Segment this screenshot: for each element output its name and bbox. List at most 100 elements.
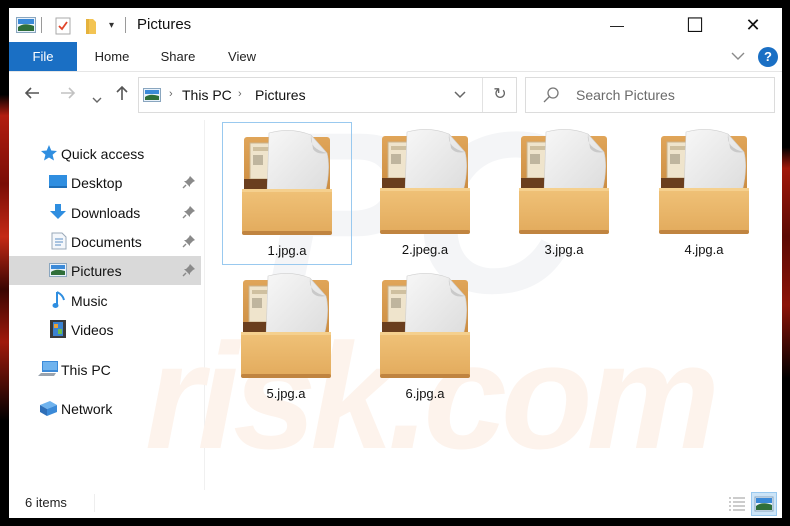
large-icons-view-button[interactable]	[751, 492, 777, 516]
documents-icon	[51, 232, 69, 250]
search-input[interactable]: Search Pictures	[576, 87, 675, 103]
computer-icon	[38, 361, 58, 379]
forward-button[interactable]	[60, 85, 76, 105]
nav-music[interactable]: Music	[9, 286, 201, 315]
arrow-up-icon	[116, 85, 128, 100]
file-item[interactable]: 6.jpg.a	[361, 266, 491, 409]
desktop-background-right	[782, 0, 790, 526]
refresh-icon: ↻	[493, 86, 507, 103]
pin-icon[interactable]	[182, 263, 196, 282]
window-title: Pictures	[137, 16, 192, 33]
file-item[interactable]: 3.jpg.a	[500, 122, 630, 265]
details-view-icon	[729, 497, 745, 511]
maximize-button[interactable]: ☐	[672, 8, 718, 42]
nav-label: Pictures	[71, 262, 122, 279]
large-icons-view-icon	[754, 496, 774, 512]
minimize-icon: —	[610, 17, 624, 33]
pin-icon[interactable]	[182, 175, 196, 194]
star-icon	[40, 144, 58, 162]
pictures-icon	[143, 88, 161, 107]
navigation-bar: › This PC › Pictures ↻ Search Pictures	[9, 72, 782, 120]
archive-file-icon	[658, 128, 750, 236]
file-item[interactable]: 4.jpg.a	[640, 122, 770, 265]
search-icon	[542, 86, 560, 109]
recent-locations-button[interactable]	[92, 89, 102, 109]
file-item[interactable]: 5.jpg.a	[222, 266, 352, 409]
help-button[interactable]: ?	[758, 47, 778, 67]
close-button[interactable]: ✕	[730, 8, 776, 42]
archive-file-icon	[379, 128, 471, 236]
refresh-button[interactable]: ↻	[482, 78, 517, 112]
pictures-icon	[49, 263, 67, 281]
nav-this-pc[interactable]: This PC	[9, 355, 201, 384]
archive-file-icon	[518, 128, 610, 236]
arrow-left-icon	[24, 87, 39, 99]
nav-downloads[interactable]: Downloads	[9, 198, 201, 227]
new-folder-icon[interactable]	[85, 17, 97, 40]
customize-toolbar-dropdown-icon[interactable]: ▾	[109, 20, 114, 31]
maximize-icon: ☐	[686, 14, 704, 37]
download-icon	[49, 203, 67, 221]
nav-label: Quick access	[61, 145, 145, 162]
address-bar[interactable]: › This PC › Pictures ↻	[138, 77, 517, 113]
status-bar: 6 items	[9, 490, 782, 518]
nav-documents[interactable]: Documents	[9, 227, 201, 256]
network-icon	[38, 399, 57, 417]
nav-videos[interactable]: Videos	[9, 315, 201, 344]
nav-quick-access[interactable]: Quick access	[9, 139, 201, 168]
music-icon	[52, 290, 70, 308]
desktop-icon	[49, 174, 67, 192]
archive-file-icon	[379, 272, 471, 380]
file-item[interactable]: 2.jpeg.a	[361, 122, 491, 265]
desktop-background-left	[0, 0, 9, 526]
nav-label: Network	[61, 400, 113, 417]
navigation-pane: Quick access Desktop Downloads Documents	[9, 126, 202, 486]
nav-network[interactable]: Network	[9, 394, 201, 423]
up-button[interactable]	[115, 85, 129, 106]
videos-icon	[50, 320, 68, 338]
back-button[interactable]	[24, 85, 40, 105]
chevron-down-icon	[454, 91, 466, 99]
tab-share[interactable]: Share	[149, 42, 207, 71]
nav-label: Documents	[71, 233, 142, 250]
properties-icon[interactable]	[55, 17, 71, 40]
item-count: 6 items	[25, 495, 67, 510]
pin-icon[interactable]	[182, 205, 196, 224]
status-separator	[94, 494, 95, 512]
expand-ribbon-icon[interactable]	[731, 50, 745, 64]
title-separator	[41, 17, 42, 33]
pin-icon[interactable]	[182, 234, 196, 253]
title-bar: ▾ Pictures — ☐ ✕	[9, 8, 782, 42]
file-name: 1.jpg.a	[267, 243, 307, 258]
arrow-right-icon	[61, 87, 76, 99]
nav-label: Music	[71, 292, 108, 309]
nav-pictures[interactable]: Pictures	[9, 256, 201, 285]
address-history-dropdown[interactable]	[454, 88, 466, 102]
breadcrumb-pictures[interactable]: Pictures	[255, 87, 306, 103]
tab-file[interactable]: File	[9, 42, 77, 71]
breadcrumb-separator-icon: ›	[238, 88, 242, 100]
tab-view[interactable]: View	[215, 42, 269, 71]
nav-desktop[interactable]: Desktop	[9, 168, 201, 197]
title-separator	[125, 17, 126, 33]
file-name: 5.jpg.a	[266, 386, 306, 401]
nav-label: This PC	[61, 361, 111, 378]
minimize-button[interactable]: —	[594, 8, 640, 42]
file-name: 4.jpg.a	[684, 242, 724, 257]
file-list-view: PC risk.com 1.jpg.a	[145, 84, 782, 490]
nav-label: Downloads	[71, 204, 141, 221]
nav-label: Videos	[71, 321, 114, 338]
ribbon-tabs: File Home Share View ?	[9, 42, 782, 72]
file-name: 2.jpeg.a	[401, 242, 449, 257]
archive-file-icon	[240, 272, 332, 380]
file-name: 6.jpg.a	[405, 386, 445, 401]
archive-file-icon	[241, 129, 333, 237]
breadcrumb-this-pc[interactable]: This PC	[182, 87, 232, 103]
tab-home[interactable]: Home	[83, 42, 141, 71]
file-name: 3.jpg.a	[544, 242, 584, 257]
file-item[interactable]: 1.jpg.a	[222, 122, 352, 265]
nav-label: Desktop	[71, 174, 123, 191]
pictures-icon	[16, 17, 36, 38]
details-view-button[interactable]	[726, 493, 748, 515]
search-box[interactable]: Search Pictures	[525, 77, 775, 113]
